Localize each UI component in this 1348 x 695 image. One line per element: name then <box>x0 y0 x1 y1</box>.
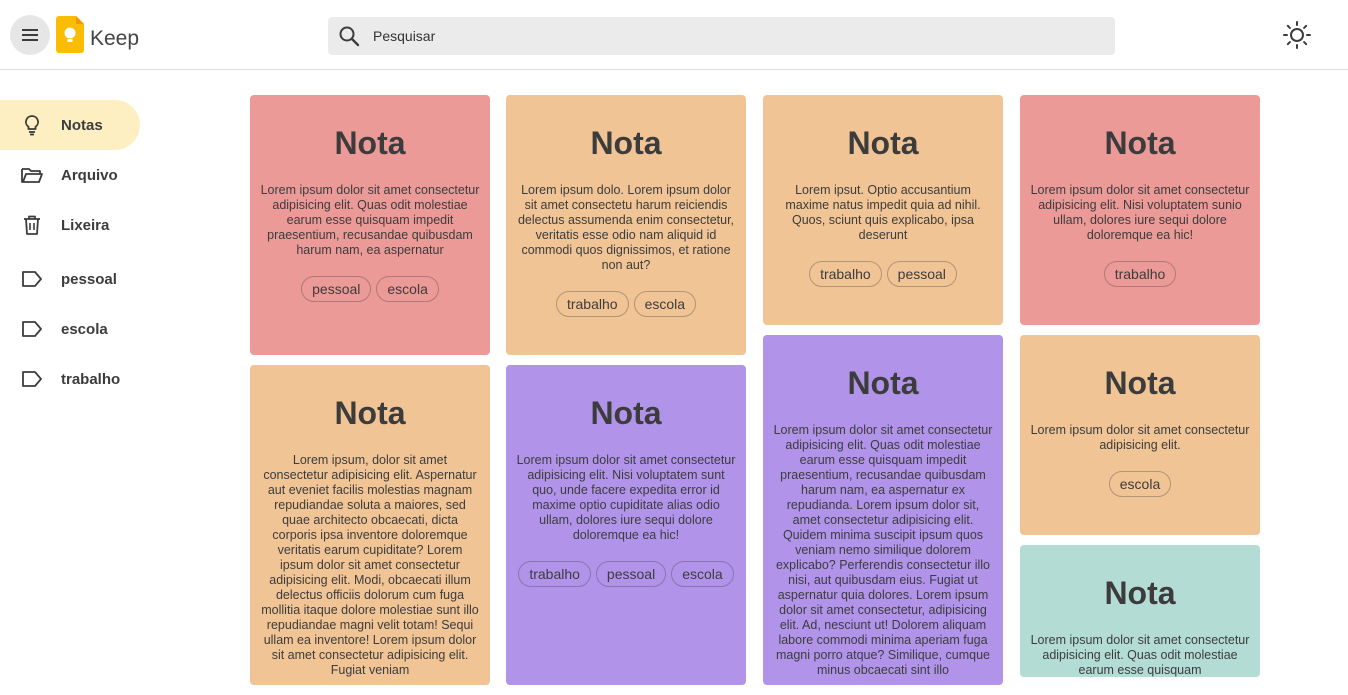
note-tag[interactable]: escola <box>633 291 697 317</box>
note-tags: trabalho escola <box>516 291 736 317</box>
sidebar-item-lixeira[interactable]: Lixeira <box>0 200 140 250</box>
note-card[interactable]: Nota Lorem ipsum dolor sit amet consecte… <box>1020 545 1260 677</box>
search-icon[interactable] <box>338 25 360 47</box>
keep-logo-icon <box>56 16 84 53</box>
note-title: Nota <box>1104 125 1176 161</box>
note-tags: escola <box>1030 471 1250 497</box>
notes-column: Nota Lorem ipsum dolor sit amet consecte… <box>250 95 490 695</box>
note-tags: trabalho <box>1030 261 1250 287</box>
note-body: Lorem ipsum dolor sit amet consectetur a… <box>260 183 480 257</box>
sidebar-item-label: Lixeira <box>61 216 110 234</box>
lightbulb-icon <box>25 115 39 136</box>
sidebar-item-trabalho[interactable]: trabalho <box>0 354 140 404</box>
notes-column: Nota Lorem ipsum dolor sit amet consecte… <box>1020 95 1260 687</box>
note-tag[interactable]: pessoal <box>886 261 957 287</box>
app-title: Keep <box>90 27 140 50</box>
sidebar: Notas Arquivo Lixeira pessoal escola tra… <box>0 100 240 404</box>
note-tag[interactable]: trabalho <box>518 561 591 587</box>
sidebar-item-label: pessoal <box>61 270 117 288</box>
note-title: Nota <box>334 125 406 161</box>
main-menu-button[interactable] <box>10 15 50 55</box>
trash-icon <box>24 215 40 235</box>
note-card[interactable]: Nota Lorem ipsum dolor sit amet consecte… <box>763 335 1003 685</box>
folder-open-icon <box>21 168 43 183</box>
sidebar-item-label: escola <box>61 320 108 338</box>
note-tags: pessoal escola <box>260 276 480 302</box>
note-body: Lorem ipsut. Optio accusantium maxime na… <box>785 183 981 242</box>
note-card[interactable]: Nota Lorem ipsum dolor sit amet consecte… <box>1020 335 1260 535</box>
note-title: Nota <box>590 395 662 431</box>
sun-icon <box>1283 21 1311 49</box>
note-body: Lorem ipsum dolor sit amet consectetur a… <box>516 453 736 542</box>
notes-column: Nota Lorem ipsum dolo. Lorem ipsum dolor… <box>506 95 746 695</box>
note-tags: trabalho pessoal escola <box>516 561 736 587</box>
sidebar-item-arquivo[interactable]: Arquivo <box>0 150 140 200</box>
note-body: Lorem ipsum, dolor sit amet consectetur … <box>261 453 479 677</box>
note-body: Lorem ipsum dolor sit amet consectetur a… <box>1030 423 1250 452</box>
note-tag[interactable]: pessoal <box>301 276 372 302</box>
note-tag[interactable]: trabalho <box>809 261 882 287</box>
sidebar-item-label: trabalho <box>61 370 121 388</box>
sidebar-item-escola[interactable]: escola <box>0 304 140 354</box>
note-tag[interactable]: escola <box>1108 471 1172 497</box>
label-icon <box>22 321 42 337</box>
note-body: Lorem ipsum dolor sit amet consectetur a… <box>1030 633 1250 677</box>
note-title: Nota <box>847 365 919 401</box>
note-body: Lorem ipsum dolor sit amet consectetur a… <box>1030 183 1250 242</box>
note-tag[interactable]: trabalho <box>555 291 629 317</box>
note-tag[interactable]: escola <box>671 561 734 587</box>
label-icon <box>22 271 42 287</box>
note-card[interactable]: Nota Lorem ipsum dolo. Lorem ipsum dolor… <box>506 95 746 355</box>
notes-column: Nota Lorem ipsut. Optio accusantium maxi… <box>763 95 1003 695</box>
note-tag[interactable]: pessoal <box>595 561 667 587</box>
sidebar-item-notas[interactable]: Notas <box>0 100 140 150</box>
note-title: Nota <box>1104 365 1176 401</box>
note-body: Lorem ipsum dolor sit amet consectetur a… <box>773 423 993 677</box>
note-card[interactable]: Nota Lorem ipsum dolor sit amet consecte… <box>1020 95 1260 325</box>
note-card[interactable]: Nota Lorem ipsut. Optio accusantium maxi… <box>763 95 1003 325</box>
search-bar <box>328 17 1115 55</box>
note-title: Nota <box>590 125 662 161</box>
note-tag[interactable]: escola <box>376 276 439 302</box>
sidebar-item-pessoal[interactable]: pessoal <box>0 254 140 304</box>
note-body: Lorem ipsum dolo. Lorem ipsum dolor sit … <box>517 183 735 272</box>
sidebar-item-label: Arquivo <box>61 166 118 184</box>
note-title: Nota <box>334 395 406 431</box>
note-card[interactable]: Nota Lorem ipsum, dolor sit amet consect… <box>250 365 490 685</box>
search-input[interactable] <box>373 17 1073 55</box>
note-title: Nota <box>1104 575 1176 611</box>
note-tags: trabalho pessoal <box>773 261 993 287</box>
theme-toggle-button[interactable] <box>1279 17 1315 53</box>
note-card[interactable]: Nota Lorem ipsum dolor sit amet consecte… <box>250 95 490 355</box>
hamburger-menu-icon <box>22 29 38 41</box>
sidebar-item-label: Notas <box>61 116 103 134</box>
label-icon <box>22 371 42 387</box>
note-title: Nota <box>847 125 919 161</box>
top-bar: Keep <box>0 0 1348 70</box>
note-tag[interactable]: trabalho <box>1103 261 1177 287</box>
note-card[interactable]: Nota Lorem ipsum dolor sit amet consecte… <box>506 365 746 685</box>
